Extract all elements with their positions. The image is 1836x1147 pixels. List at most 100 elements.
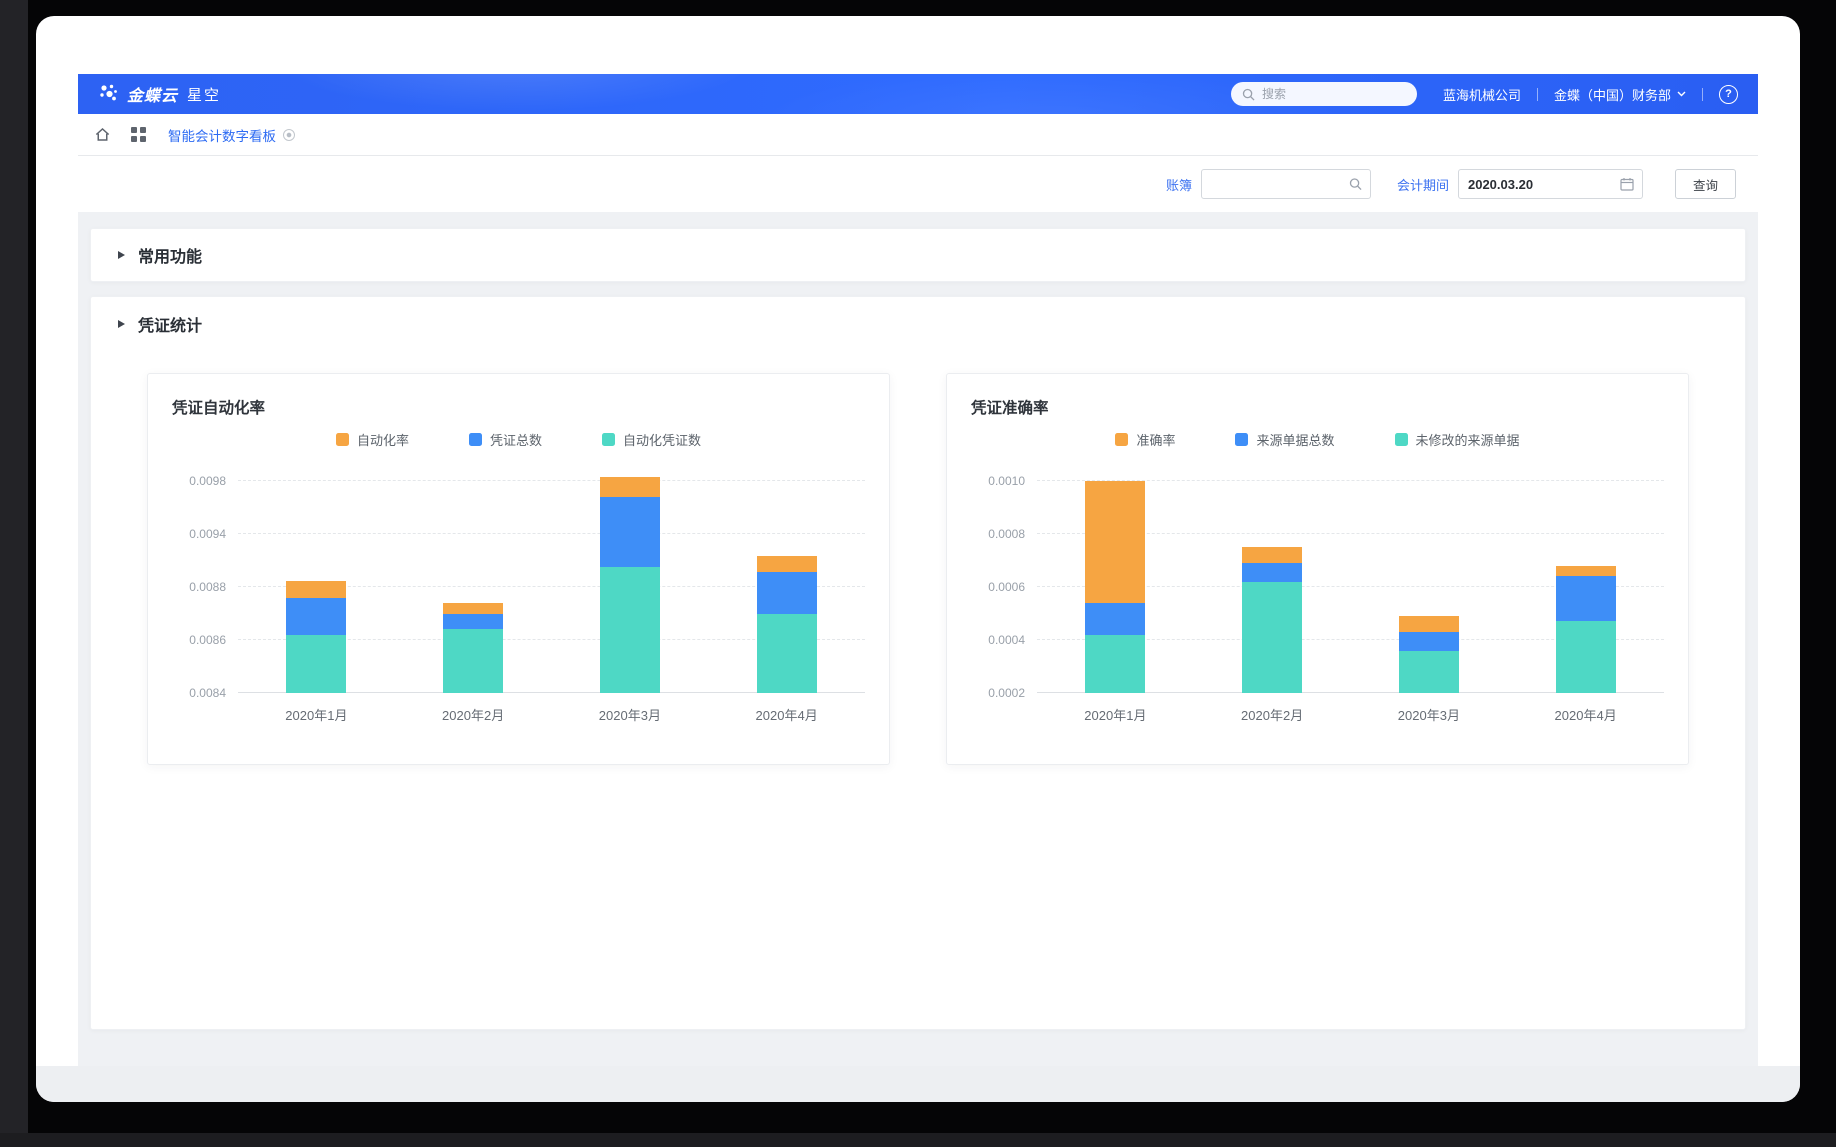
x-category-label: 2020年3月 [552, 705, 709, 724]
query-button[interactable]: 查询 [1675, 169, 1736, 199]
legend-swatch [1115, 433, 1128, 446]
period-filter-group: 会计期间 [1397, 169, 1643, 199]
y-tick-label: 0.0086 [189, 633, 226, 647]
bar-segment-teal [600, 567, 660, 693]
bar-segment-teal [1242, 582, 1302, 693]
y-tick-label: 0.0006 [988, 580, 1025, 594]
plot-area [1037, 471, 1664, 693]
ledger-input-wrap [1201, 169, 1371, 199]
y-axis: 0.00840.00860.00880.00940.0098 [172, 471, 238, 693]
bar-segment-orange [286, 581, 346, 598]
section-title-common-functions: 常用功能 [138, 243, 202, 267]
legend-item[interactable]: 凭证总数 [469, 430, 542, 449]
dashboard-content: 常用功能 凭证统计 凭证自动化率 自动化率 凭证总数 自动化凭证数 0.0084 0.… [78, 212, 1758, 1066]
y-tick-label: 0.0094 [189, 527, 226, 541]
window-footer [36, 1066, 1800, 1102]
tab-options-icon[interactable] [283, 129, 295, 141]
bar-segment-blue [1556, 576, 1616, 621]
bar-segment-blue [1399, 632, 1459, 651]
y-axis: 0.00020.00040.00060.00080.0010 [971, 471, 1037, 693]
app-header: 金蝶云 星空 蓝海机械公司 金蝶（中国）财务部 ? [78, 74, 1758, 114]
legend-label: 未修改的来源单据 [1416, 430, 1520, 449]
legend-item[interactable]: 来源单据总数 [1235, 430, 1334, 449]
y-tick-label: 0.0088 [189, 580, 226, 594]
logo-text-secondary: 星空 [187, 84, 221, 105]
logo[interactable]: 金蝶云 星空 [98, 82, 221, 106]
legend-item[interactable]: 准确率 [1115, 430, 1175, 449]
period-input-wrap [1458, 169, 1643, 199]
bar-segment-orange [443, 603, 503, 614]
bar-segment-teal [757, 614, 817, 694]
x-category-label: 2020年2月 [1194, 705, 1351, 724]
app-screen: 金蝶云 星空 蓝海机械公司 金蝶（中国）财务部 ? [78, 74, 1758, 1066]
legend-item[interactable]: 未修改的来源单据 [1395, 430, 1520, 449]
bar-segment-orange [1556, 566, 1616, 577]
search-icon [1242, 88, 1255, 101]
stacked-bar [757, 471, 817, 693]
bar-slot [1194, 471, 1351, 693]
x-category-label: 2020年4月 [708, 705, 865, 724]
background-bottom-strip [0, 1133, 1836, 1147]
bar-segment-teal [1399, 651, 1459, 693]
stacked-bar [286, 471, 346, 693]
header-divider [1702, 88, 1703, 101]
panel-common-functions[interactable]: 常用功能 [90, 228, 1746, 282]
period-input[interactable] [1459, 170, 1642, 198]
help-icon[interactable]: ? [1719, 85, 1738, 104]
calendar-icon[interactable] [1620, 177, 1634, 191]
legend-item[interactable]: 自动化率 [336, 430, 409, 449]
chart-title: 凭证自动化率 [172, 396, 865, 418]
stacked-bar [443, 471, 503, 693]
department-label: 金蝶（中国）财务部 [1554, 85, 1671, 104]
app-window: 金蝶云 星空 蓝海机械公司 金蝶（中国）财务部 ? [36, 16, 1800, 1102]
chart-card-accuracy-rate: 凭证准确率 准确率来源单据总数未修改的来源单据 0.00020.00040.00… [946, 373, 1689, 765]
bar-segment-orange [1242, 547, 1302, 563]
chart-legend: 准确率 来源单据总数 未修改的来源单据 [971, 430, 1664, 449]
ledger-input[interactable] [1202, 170, 1370, 198]
bar-segment-orange [1085, 481, 1145, 603]
department-menu[interactable]: 金蝶（中国）财务部 [1554, 85, 1686, 104]
y-tick-label: 0.0008 [988, 527, 1025, 541]
y-tick-label: 0.0010 [988, 474, 1025, 488]
x-category-label: 2020年1月 [238, 705, 395, 724]
chart-title: 凭证准确率 [971, 396, 1664, 418]
tab-smart-accounting-dashboard[interactable]: 智能会计数字看板 [168, 125, 295, 145]
bar-segment-blue [757, 572, 817, 614]
x-category-label: 2020年1月 [1037, 705, 1194, 724]
legend-swatch [1235, 433, 1248, 446]
legend-label: 凭证总数 [490, 430, 542, 449]
bar-segment-orange [757, 556, 817, 572]
bar-slot [395, 471, 552, 693]
y-tick-label: 0.0098 [189, 474, 226, 488]
x-category-label: 2020年4月 [1507, 705, 1664, 724]
bar-segment-blue [1085, 603, 1145, 635]
caret-right-icon[interactable] [118, 320, 125, 328]
panel-voucher-stats-header[interactable]: 凭证统计 [91, 297, 1745, 351]
stacked-bar [1399, 471, 1459, 693]
bar-slots [238, 471, 865, 693]
global-search[interactable] [1231, 82, 1417, 106]
chart-area: 0.00840.00860.00880.00940.0098 [172, 471, 865, 693]
x-category-label: 2020年2月 [395, 705, 552, 724]
y-tick-label: 0.0004 [988, 633, 1025, 647]
chart-area: 0.00020.00040.00060.00080.0010 [971, 471, 1664, 693]
caret-right-icon[interactable] [118, 251, 125, 259]
chart-cards-row: 凭证自动化率 自动化率 凭证总数 自动化凭证数 0.0084 0.0086 0.0088… [91, 351, 1745, 765]
company-name: 蓝海机械公司 [1443, 85, 1521, 104]
global-search-input[interactable] [1262, 87, 1392, 101]
apps-grid-icon[interactable] [131, 127, 146, 142]
bar-segment-teal [286, 635, 346, 693]
legend-label: 自动化凭证数 [623, 430, 701, 449]
header-divider [1537, 88, 1538, 101]
bar-slot [1507, 471, 1664, 693]
panel-voucher-stats: 凭证统计 凭证自动化率 自动化率 凭证总数 自动化凭证数 0.0084 0.0086 0… [90, 296, 1746, 1030]
home-icon[interactable] [94, 126, 111, 143]
x-category-label: 2020年3月 [1351, 705, 1508, 724]
search-icon[interactable] [1349, 178, 1362, 191]
x-axis-labels: 2020年1月2020年2月2020年3月2020年4月 [238, 705, 865, 724]
y-tick-label: 0.0084 [189, 686, 226, 700]
legend-item[interactable]: 自动化凭证数 [602, 430, 701, 449]
legend-label: 自动化率 [357, 430, 409, 449]
bar-slot [1037, 471, 1194, 693]
stacked-bar [600, 471, 660, 693]
